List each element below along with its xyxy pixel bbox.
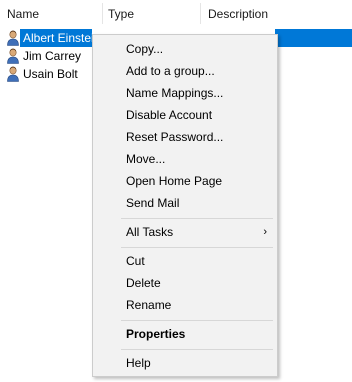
menu-item-send-mail[interactable]: Send Mail	[93, 192, 277, 214]
menu-item-label: All Tasks	[126, 225, 174, 239]
list-item-name: Albert Einstein	[23, 31, 101, 45]
menu-separator	[121, 218, 273, 219]
list-item[interactable]: Usain Bolt	[0, 65, 92, 83]
context-menu: Copy... Add to a group... Name Mappings.…	[92, 34, 278, 377]
menu-separator	[121, 349, 273, 350]
column-header-type-label: Type	[108, 7, 135, 21]
menu-item-label: Reset Password...	[126, 130, 224, 144]
menu-item-label: Copy...	[126, 42, 164, 56]
menu-item-add-to-group[interactable]: Add to a group...	[93, 60, 277, 82]
menu-item-reset-password[interactable]: Reset Password...	[93, 126, 277, 148]
menu-item-label: Cut	[126, 254, 145, 268]
list-item[interactable]: Jim Carrey	[0, 47, 92, 65]
app-window: Name Type Description Albert Einstein Ji…	[0, 0, 352, 382]
menu-item-label: Disable Account	[126, 108, 213, 122]
menu-item-delete[interactable]: Delete	[93, 272, 277, 294]
menu-item-label: Delete	[126, 276, 161, 290]
menu-item-label: Send Mail	[126, 196, 180, 210]
menu-item-label: Help	[126, 356, 151, 370]
menu-item-copy[interactable]: Copy...	[93, 38, 277, 60]
menu-item-label: Open Home Page	[126, 174, 223, 188]
column-header-name[interactable]: Name	[0, 0, 103, 27]
menu-item-move[interactable]: Move...	[93, 148, 277, 170]
menu-item-open-home-page[interactable]: Open Home Page	[93, 170, 277, 192]
list-item-name: Usain Bolt	[23, 67, 78, 81]
column-header-name-label: Name	[7, 7, 40, 21]
column-header-description[interactable]: Description	[201, 0, 352, 27]
menu-separator	[121, 320, 273, 321]
chevron-right-icon: ›	[263, 226, 267, 238]
user-icon	[7, 30, 19, 46]
menu-item-properties[interactable]: Properties	[93, 323, 277, 345]
menu-item-name-mappings[interactable]: Name Mappings...	[93, 82, 277, 104]
column-header-description-label: Description	[208, 7, 269, 21]
menu-item-label: Name Mappings...	[126, 86, 224, 100]
user-icon	[7, 48, 19, 64]
column-header-type[interactable]: Type	[101, 0, 201, 27]
menu-item-label: Move...	[126, 152, 166, 166]
user-icon	[7, 66, 19, 82]
menu-item-cut[interactable]: Cut	[93, 250, 277, 272]
menu-item-label: Rename	[126, 298, 172, 312]
list-item-name: Jim Carrey	[23, 49, 82, 63]
menu-item-label: Add to a group...	[126, 64, 215, 78]
menu-separator	[121, 247, 273, 248]
menu-item-help[interactable]: Help	[93, 352, 277, 374]
menu-item-label: Properties	[126, 327, 186, 341]
list-header: Name Type Description	[0, 0, 352, 27]
menu-item-disable-account[interactable]: Disable Account	[93, 104, 277, 126]
selection-highlight	[275, 29, 352, 47]
menu-item-rename[interactable]: Rename	[93, 294, 277, 316]
menu-item-all-tasks[interactable]: All Tasks ›	[93, 221, 277, 243]
